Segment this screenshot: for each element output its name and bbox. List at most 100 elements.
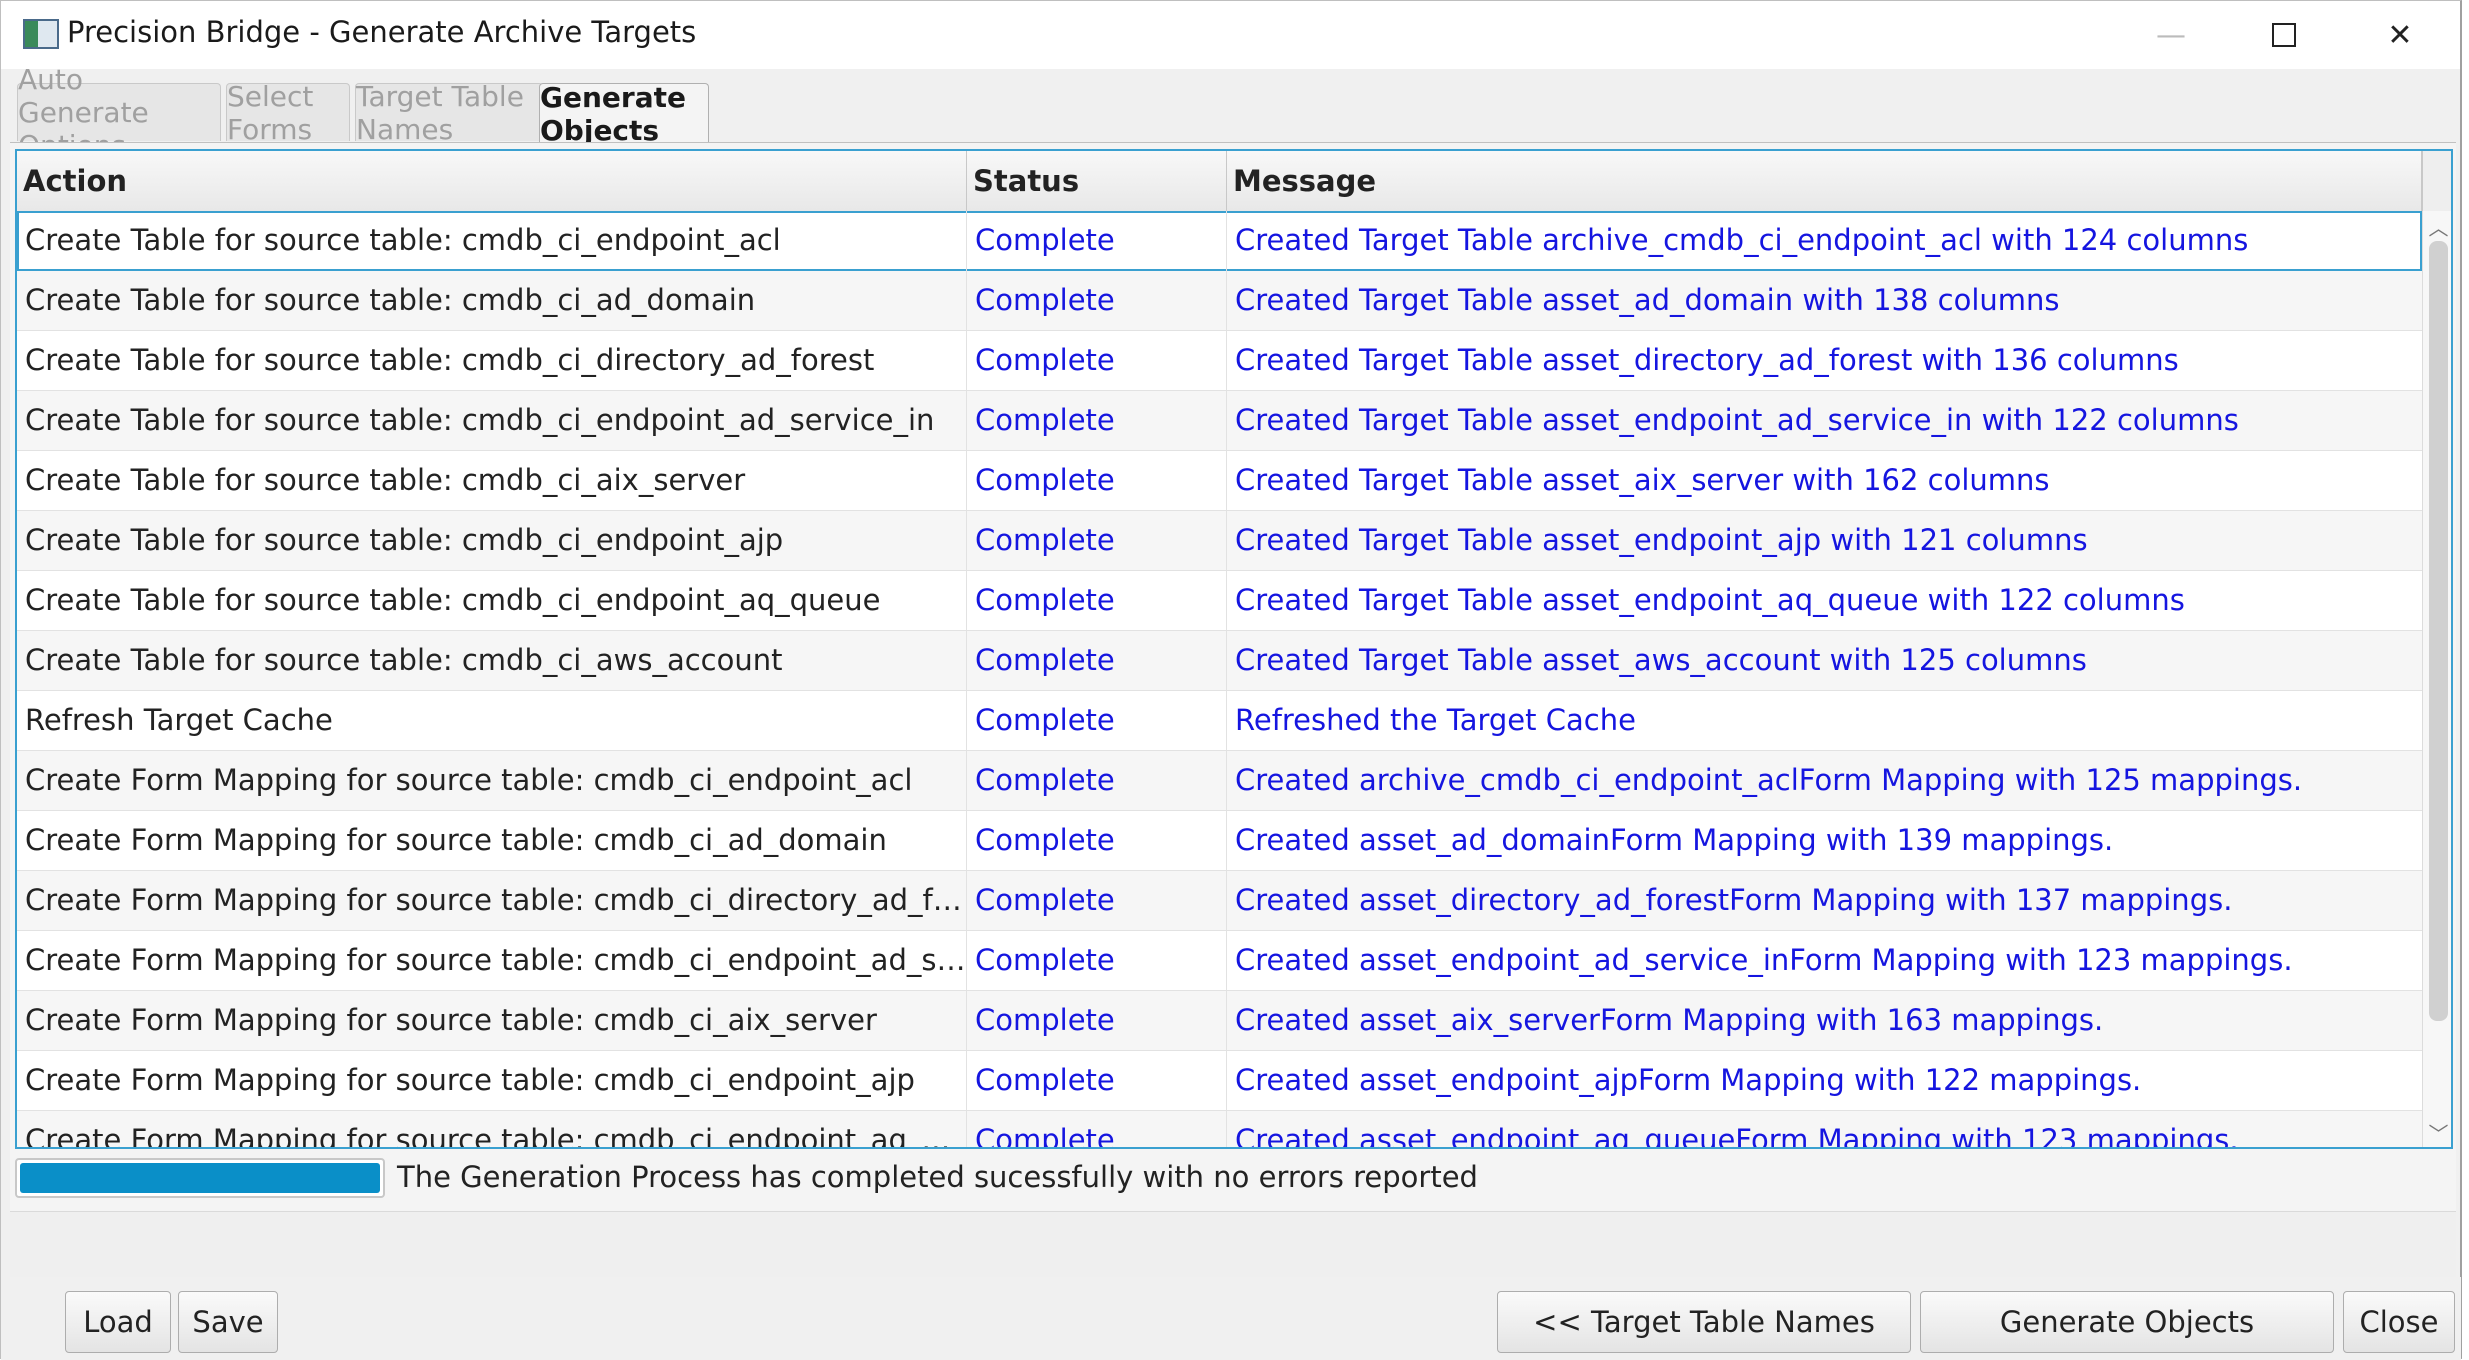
results-table: Action Status Message Create Table for s…: [15, 149, 2453, 1149]
status-cell: Complete: [967, 331, 1227, 391]
message-cell: Created asset_endpoint_aq_queueForm Mapp…: [1235, 1123, 2239, 1149]
status-cell: Complete: [967, 631, 1227, 691]
column-header-message[interactable]: Message: [1227, 151, 2422, 211]
table-row[interactable]: Create Table for source table: cmdb_ci_e…: [17, 571, 2422, 631]
header-corner: [2422, 151, 2451, 211]
save-button[interactable]: Save: [178, 1291, 278, 1353]
table-row[interactable]: Create Form Mapping for source table: cm…: [17, 811, 2422, 871]
window-title: Precision Bridge - Generate Archive Targ…: [67, 15, 697, 49]
app-window: Precision Bridge - Generate Archive Targ…: [0, 0, 2462, 1360]
progress-bar: [15, 1158, 385, 1198]
message-cell: Created Target Table asset_endpoint_aq_q…: [1235, 583, 2185, 617]
maximize-button[interactable]: [2229, 1, 2339, 69]
status-cell: Complete: [967, 271, 1227, 331]
table-row[interactable]: Refresh Target Cache Complete Refreshed th…: [17, 691, 2422, 751]
footer-button-bar: Load Save << Target Table Names Generate…: [1, 1277, 2461, 1360]
action-cell: Create Table for source table: cmdb_ci_a…: [17, 271, 967, 331]
status-cell: Complete: [967, 451, 1227, 511]
minimize-icon: —: [2156, 17, 2186, 53]
action-cell: Create Table for source table: cmdb_ci_a…: [17, 451, 967, 511]
action-cell: Create Form Mapping for source table: cm…: [17, 1051, 967, 1111]
action-cell: Create Table for source table: cmdb_ci_e…: [17, 571, 967, 631]
status-cell: Complete: [967, 991, 1227, 1051]
table-row[interactable]: Create Form Mapping for source table: cm…: [17, 991, 2422, 1051]
scroll-up-icon[interactable]: ︿: [2423, 211, 2451, 241]
tab-generate-objects[interactable]: Generate Objects: [539, 81, 709, 147]
message-cell: Created asset_directory_ad_forestForm Ma…: [1235, 883, 2233, 917]
message-cell: Created Target Table asset_endpoint_ad_s…: [1235, 403, 2239, 437]
action-cell: Create Form Mapping for source table: cm…: [17, 751, 967, 811]
table-row[interactable]: Create Table for source table: cmdb_ci_a…: [17, 631, 2422, 691]
table-row[interactable]: Create Form Mapping for source table: cm…: [17, 1051, 2422, 1111]
message-cell: Created Target Table asset_ad_domain wit…: [1235, 283, 2060, 317]
app-icon: [23, 19, 59, 49]
minimize-button[interactable]: —: [2116, 1, 2226, 69]
action-cell: Create Form Mapping for source table: cm…: [17, 871, 967, 931]
message-cell: Created Target Table asset_aix_server wi…: [1235, 463, 2050, 497]
close-window-button[interactable]: ✕: [2345, 1, 2455, 69]
table-header: Action Status Message: [17, 151, 2422, 212]
status-cell: Complete: [967, 691, 1227, 751]
table-row[interactable]: Create Table for source table: cmdb_ci_a…: [17, 271, 2422, 331]
table-row[interactable]: Create Form Mapping for source table: cm…: [17, 871, 2422, 931]
message-cell: Created asset_endpoint_ad_service_inForm…: [1235, 943, 2293, 977]
message-cell: Created Target Table asset_directory_ad_…: [1235, 343, 2179, 377]
table-body: Create Table for source table: cmdb_ci_e…: [17, 211, 2422, 1149]
table-row[interactable]: Create Form Mapping for source table: cm…: [17, 751, 2422, 811]
message-cell: Created Target Table archive_cmdb_ci_end…: [1235, 223, 2249, 257]
generate-objects-panel: Action Status Message Create Table for s…: [10, 142, 2456, 1281]
action-cell: Create Form Mapping for source table: cm…: [17, 811, 967, 871]
generate-objects-button[interactable]: Generate Objects: [1920, 1291, 2334, 1353]
action-cell: Create Form Mapping for source table: cm…: [17, 1111, 967, 1147]
column-header-action[interactable]: Action: [17, 151, 967, 211]
action-cell: Create Table for source table: cmdb_ci_e…: [17, 511, 967, 571]
tab-auto-generate-options[interactable]: Auto Generate Options: [17, 63, 221, 162]
column-header-status[interactable]: Status: [967, 151, 1227, 211]
message-cell: Refreshed the Target Cache: [1235, 703, 1636, 737]
message-cell: Created asset_ad_domainForm Mapping with…: [1235, 823, 2114, 857]
maximize-icon: [2272, 23, 2296, 47]
message-cell: Created Target Table asset_endpoint_ajp …: [1235, 523, 2088, 557]
progress-bar-fill: [20, 1163, 380, 1193]
load-button[interactable]: Load: [65, 1291, 171, 1353]
back-target-table-names-button[interactable]: << Target Table Names: [1497, 1291, 1911, 1353]
status-cell: Complete: [967, 931, 1227, 991]
vertical-scrollbar[interactable]: ︿ ﹀: [2422, 211, 2451, 1147]
close-icon: ✕: [2387, 17, 2413, 53]
progress-status-text: The Generation Process has completed suc…: [397, 1160, 1478, 1194]
status-cell: Complete: [967, 871, 1227, 931]
status-cell: Complete: [967, 211, 1227, 271]
scroll-down-icon[interactable]: ﹀: [2423, 1117, 2451, 1147]
tab-target-table-names[interactable]: Target Table Names: [355, 80, 543, 146]
table-row[interactable]: Create Table for source table: cmdb_ci_e…: [17, 211, 2422, 271]
status-panel: [10, 1211, 2456, 1281]
status-cell: Complete: [967, 1111, 1227, 1147]
action-cell: Create Table for source table: cmdb_ci_e…: [17, 211, 967, 271]
close-button[interactable]: Close: [2343, 1291, 2455, 1353]
table-row[interactable]: Create Table for source table: cmdb_ci_e…: [17, 391, 2422, 451]
table-row[interactable]: Create Table for source table: cmdb_ci_d…: [17, 331, 2422, 391]
message-cell: Created asset_endpoint_ajpForm Mapping w…: [1235, 1063, 2142, 1097]
tab-select-forms[interactable]: Select Forms: [226, 80, 350, 146]
status-cell: Complete: [967, 511, 1227, 571]
status-cell: Complete: [967, 1051, 1227, 1111]
status-cell: Complete: [967, 391, 1227, 451]
table-row[interactable]: Create Form Mapping for source table: cm…: [17, 931, 2422, 991]
action-cell: Refresh Target Cache: [17, 691, 967, 751]
message-cell: Created archive_cmdb_ci_endpoint_aclForm…: [1235, 763, 2303, 797]
title-bar: Precision Bridge - Generate Archive Targ…: [1, 1, 2460, 69]
scrollbar-thumb[interactable]: [2429, 241, 2448, 1021]
table-row[interactable]: Create Table for source table: cmdb_ci_e…: [17, 511, 2422, 571]
message-cell: Created Target Table asset_aws_account w…: [1235, 643, 2087, 677]
action-cell: Create Form Mapping for source table: cm…: [17, 991, 967, 1051]
action-cell: Create Table for source table: cmdb_ci_e…: [17, 391, 967, 451]
table-row[interactable]: Create Table for source table: cmdb_ci_a…: [17, 451, 2422, 511]
status-cell: Complete: [967, 571, 1227, 631]
message-cell: Created asset_aix_serverForm Mapping wit…: [1235, 1003, 2104, 1037]
action-cell: Create Form Mapping for source table: cm…: [17, 931, 967, 991]
table-row[interactable]: Create Form Mapping for source table: cm…: [17, 1111, 2422, 1149]
status-cell: Complete: [967, 751, 1227, 811]
status-cell: Complete: [967, 811, 1227, 871]
action-cell: Create Table for source table: cmdb_ci_a…: [17, 631, 967, 691]
action-cell: Create Table for source table: cmdb_ci_d…: [17, 331, 967, 391]
